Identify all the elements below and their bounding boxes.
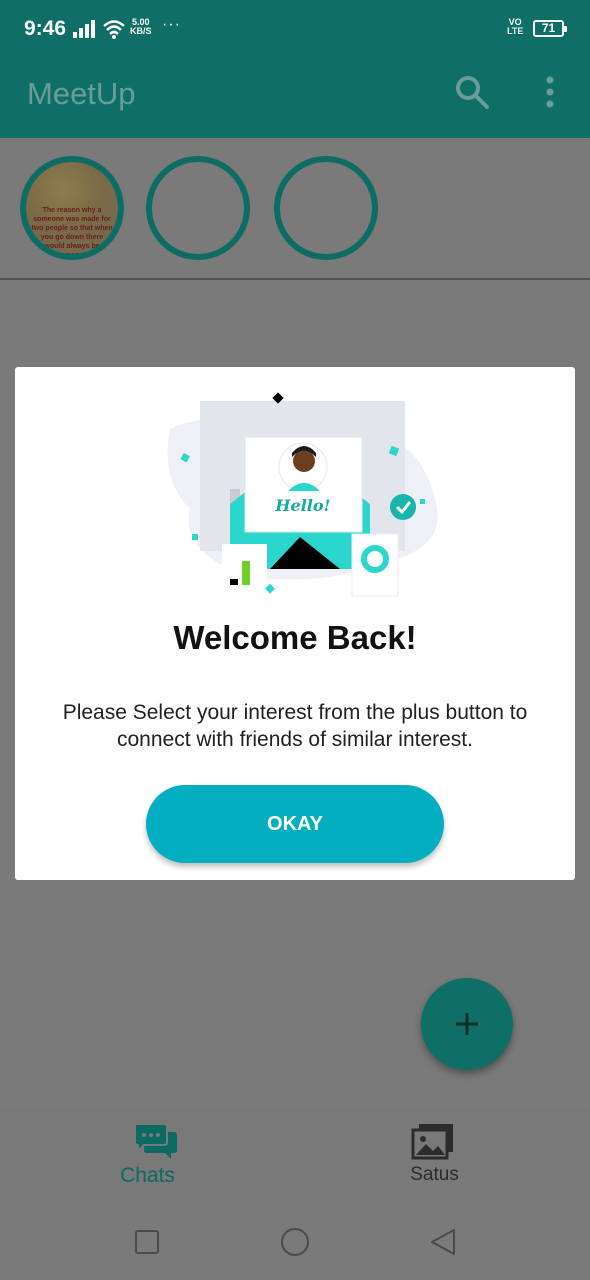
welcome-illustration: Hello!	[167, 392, 438, 597]
welcome-dialog: Hello! Welcome Back! Please Select your …	[15, 367, 575, 880]
status-time: 9:46	[24, 17, 67, 40]
square-icon[interactable]	[131, 1226, 163, 1258]
dialog-message: Please Select your interest from the plu…	[62, 701, 528, 751]
hello-text: Hello!	[274, 496, 330, 515]
story-thumb-text: The reason why a someone was made for tw…	[31, 207, 113, 259]
okay-button[interactable]: OKAY	[146, 785, 444, 863]
network-speed: 5.00 KB/S	[130, 18, 152, 36]
nav-item-status[interactable]: Satus	[295, 1108, 590, 1202]
story-avatar[interactable]	[146, 156, 250, 260]
more-notifications-indicator: ···	[162, 16, 181, 33]
app-title: MeetUp	[27, 76, 136, 111]
bottom-navigation: Chats Satus	[0, 1108, 590, 1202]
story-avatar[interactable]	[274, 156, 378, 260]
gallery-icon	[411, 1124, 453, 1160]
volte-bottom: LTE	[507, 26, 524, 36]
system-navigation	[0, 1202, 590, 1280]
chat-bubbles-icon	[134, 1123, 177, 1159]
wifi-icon	[103, 20, 125, 39]
network-speed-unit: KB/S	[130, 26, 152, 36]
battery-level: 71	[541, 21, 556, 35]
search-icon[interactable]	[452, 72, 492, 112]
plus-icon	[456, 1013, 478, 1035]
nav-label-status: Satus	[410, 1164, 459, 1185]
app-bar: MeetUp	[0, 46, 590, 138]
nav-item-chats[interactable]: Chats	[0, 1108, 295, 1202]
volte-indicator: VO LTE	[507, 18, 523, 36]
more-vertical-icon[interactable]	[537, 72, 563, 112]
signal-icon	[73, 20, 95, 38]
story-strip: The reason why a someone was made for tw…	[0, 138, 590, 280]
circle-icon[interactable]	[279, 1226, 311, 1258]
nav-label-chats: Chats	[120, 1164, 175, 1187]
dialog-title: Welcome Back!	[173, 619, 417, 656]
add-interest-fab[interactable]	[421, 978, 513, 1070]
story-avatar[interactable]: The reason why a someone was made for tw…	[20, 156, 124, 260]
triangle-back-icon[interactable]	[426, 1226, 458, 1258]
battery-icon: 71	[533, 20, 567, 37]
status-bar: 9:46 5.00 KB/S ··· VO LTE 71	[0, 0, 590, 46]
